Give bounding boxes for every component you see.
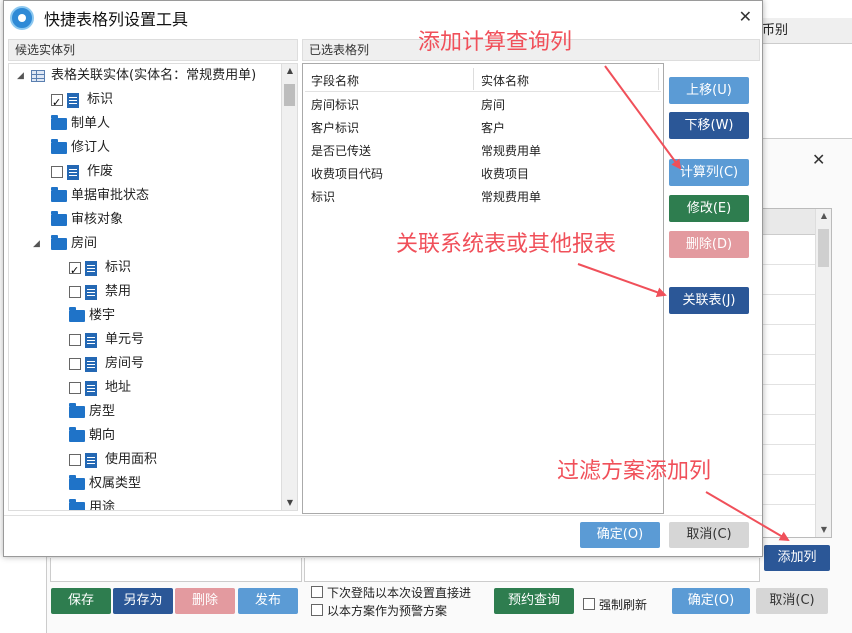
annotation-link-tables: 关联系统表或其他报表 xyxy=(396,232,617,257)
annotation-arrows xyxy=(577,65,790,542)
annotation-add-calc-column: 添加计算查询列 xyxy=(418,30,573,55)
arrow-to-add-column xyxy=(705,491,790,542)
annotation-filter-add-column: 过滤方案添加列 xyxy=(557,459,712,484)
arrow-to-calc-column xyxy=(604,65,682,170)
arrow-to-related-table xyxy=(577,263,667,298)
